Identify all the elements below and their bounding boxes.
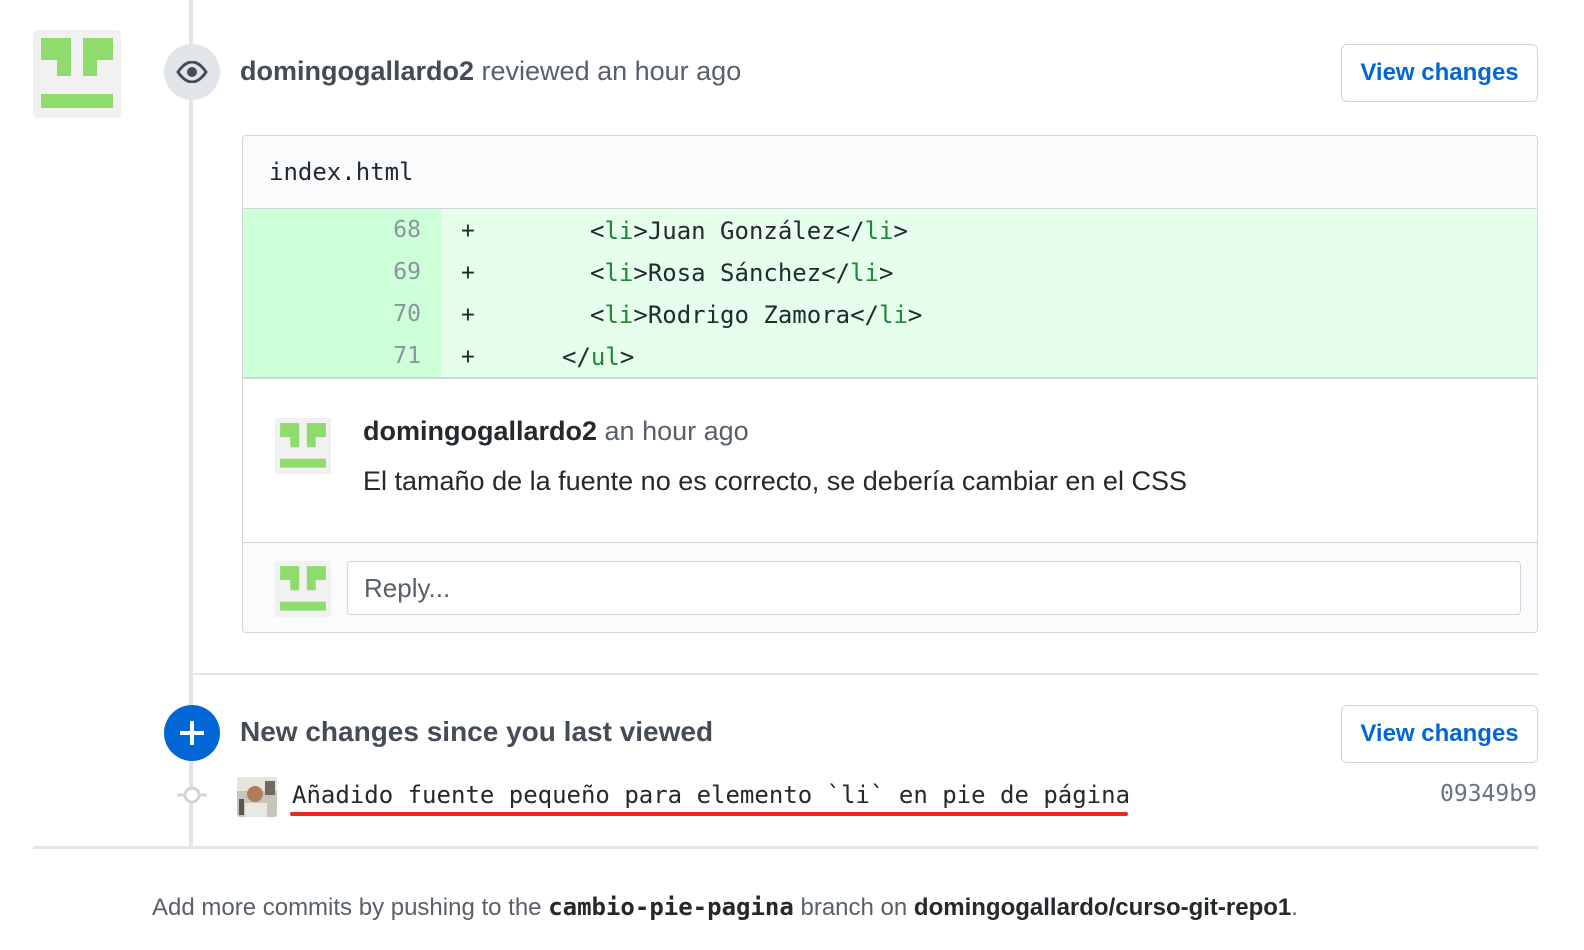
- diff-divider: [243, 377, 1537, 379]
- new-changes-title: New changes since you last viewed: [240, 716, 714, 747]
- file-name-link[interactable]: index.html: [269, 158, 414, 186]
- diff-code: <li>Juan González</li>: [590, 217, 908, 245]
- new-changes-badge: [164, 705, 220, 761]
- line-number[interactable]: 68: [243, 209, 441, 251]
- file-header: index.html: [243, 136, 1537, 209]
- line-number[interactable]: 69: [243, 251, 441, 293]
- review-event-badge: [164, 44, 220, 100]
- review-comment-box: index.html 68 + <li>Juan González</li> 6…: [242, 135, 1538, 633]
- annotation-underline: [290, 812, 1128, 816]
- reply-input[interactable]: Reply...: [347, 561, 1521, 615]
- git-commit-icon: [177, 784, 207, 811]
- diff-sign: +: [461, 302, 475, 328]
- comment-avatar[interactable]: [275, 418, 331, 474]
- identicon-image: [280, 566, 326, 611]
- comment-author-link[interactable]: domingogallardo2: [363, 416, 597, 446]
- commit-sha-link[interactable]: 09349b9: [1440, 781, 1537, 807]
- line-number[interactable]: 70: [243, 293, 441, 335]
- identicon-image: [41, 38, 113, 108]
- comment-header: domingogallardo2 an hour ago: [363, 416, 749, 447]
- review-header: domingogallardo2 reviewed an hour ago: [240, 56, 741, 87]
- identicon-image: [280, 423, 326, 468]
- diff-line: 71 + </ul>: [243, 335, 1537, 377]
- reply-area: Reply...: [243, 542, 1537, 632]
- eye-icon: [176, 61, 208, 83]
- diff-hunk: 68 + <li>Juan González</li> 69 + <li>Ros…: [243, 209, 1537, 377]
- view-new-changes-button[interactable]: View changes: [1341, 705, 1538, 763]
- diff-line: 68 + <li>Juan González</li>: [243, 209, 1537, 251]
- review-action-text: reviewed an hour ago: [481, 56, 742, 86]
- diff-code: <li>Rodrigo Zamora</li>: [590, 301, 923, 329]
- avatar-photo: [237, 777, 277, 817]
- commit-author-avatar[interactable]: [237, 777, 277, 817]
- footer-hint: Add more commits by pushing to the cambi…: [152, 893, 1298, 921]
- reviewer-avatar[interactable]: [33, 30, 121, 118]
- repo-name[interactable]: domingogallardo/curso-git-repo1: [914, 894, 1291, 921]
- diff-code: <li>Rosa Sánchez</li>: [590, 259, 894, 287]
- branch-name: cambio-pie-pagina: [548, 893, 794, 921]
- diff-line: 69 + <li>Rosa Sánchez</li>: [243, 251, 1537, 293]
- bottom-divider: [33, 846, 1538, 849]
- diff-sign: +: [461, 260, 475, 286]
- diff-sign: +: [461, 344, 475, 370]
- timeline-divider: [193, 673, 1538, 675]
- comment-body: El tamaño de la fuente no es correcto, s…: [363, 466, 1187, 496]
- comment-timestamp[interactable]: an hour ago: [605, 416, 749, 446]
- diff-line: 70 + <li>Rodrigo Zamora</li>: [243, 293, 1537, 335]
- diff-code: </ul>: [562, 343, 635, 371]
- reply-avatar: [275, 561, 331, 617]
- review-author-link[interactable]: domingogallardo2: [240, 56, 474, 86]
- plus-icon: [180, 721, 204, 745]
- view-changes-button[interactable]: View changes: [1341, 44, 1538, 102]
- line-number[interactable]: 71: [243, 335, 441, 377]
- commit-message-link[interactable]: Añadido fuente pequeño para elemento `li…: [292, 781, 1130, 809]
- diff-sign: +: [461, 218, 475, 244]
